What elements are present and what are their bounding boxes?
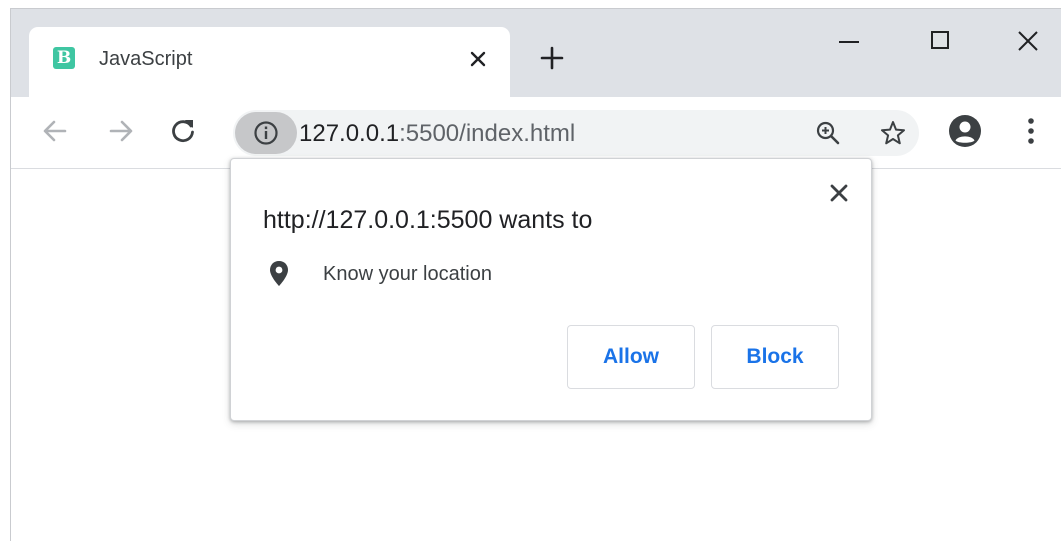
- permission-dialog: http://127.0.0.1:5500 wants to Know your…: [230, 158, 872, 421]
- close-icon: [1018, 31, 1038, 51]
- star-icon: [881, 121, 905, 145]
- info-icon: [254, 121, 278, 145]
- profile-icon: [949, 115, 981, 147]
- close-icon: [830, 184, 848, 202]
- plus-icon: [540, 46, 564, 70]
- forward-button[interactable]: [103, 113, 139, 149]
- reload-icon: [172, 120, 194, 143]
- zoom-button[interactable]: [813, 118, 843, 148]
- profile-button[interactable]: [947, 113, 983, 149]
- reload-button[interactable]: [165, 113, 201, 149]
- tab-javascript[interactable]: B JavaScript: [29, 27, 510, 97]
- permission-row: Know your location: [267, 259, 767, 289]
- menu-button[interactable]: [1016, 113, 1046, 149]
- forward-arrow-icon: [109, 120, 133, 142]
- dialog-title: http://127.0.0.1:5500 wants to: [263, 206, 593, 234]
- url-host: 127.0.0.1: [299, 120, 400, 147]
- site-info-button[interactable]: [235, 112, 297, 154]
- maximize-button[interactable]: [922, 23, 958, 59]
- minimize-button[interactable]: [831, 23, 867, 59]
- minimize-icon: [839, 41, 859, 43]
- close-icon: [470, 51, 486, 67]
- window-close-button[interactable]: [1010, 23, 1046, 59]
- url-path: :5500/index.html: [399, 120, 576, 147]
- tab-title: JavaScript: [99, 48, 193, 70]
- favicon-icon: B: [53, 47, 75, 69]
- block-button[interactable]: Block: [711, 325, 839, 389]
- back-arrow-icon: [43, 120, 67, 142]
- dialog-close-button[interactable]: [825, 179, 853, 207]
- tab-strip: B JavaScript: [11, 9, 1061, 97]
- new-tab-button[interactable]: [536, 42, 568, 74]
- zoom-icon: [816, 121, 840, 145]
- tab-close-button[interactable]: [465, 46, 491, 72]
- allow-button[interactable]: Allow: [567, 325, 695, 389]
- location-pin-icon: [270, 261, 288, 286]
- menu-icon: [1028, 118, 1034, 144]
- bookmark-button[interactable]: [878, 118, 908, 148]
- permission-label: Know your location: [323, 263, 492, 285]
- address-bar[interactable]: 127.0.0.1:5500/index.html: [233, 110, 919, 156]
- url-text[interactable]: 127.0.0.1:5500/index.html: [299, 121, 575, 147]
- maximize-icon: [931, 31, 949, 49]
- back-button[interactable]: [37, 113, 73, 149]
